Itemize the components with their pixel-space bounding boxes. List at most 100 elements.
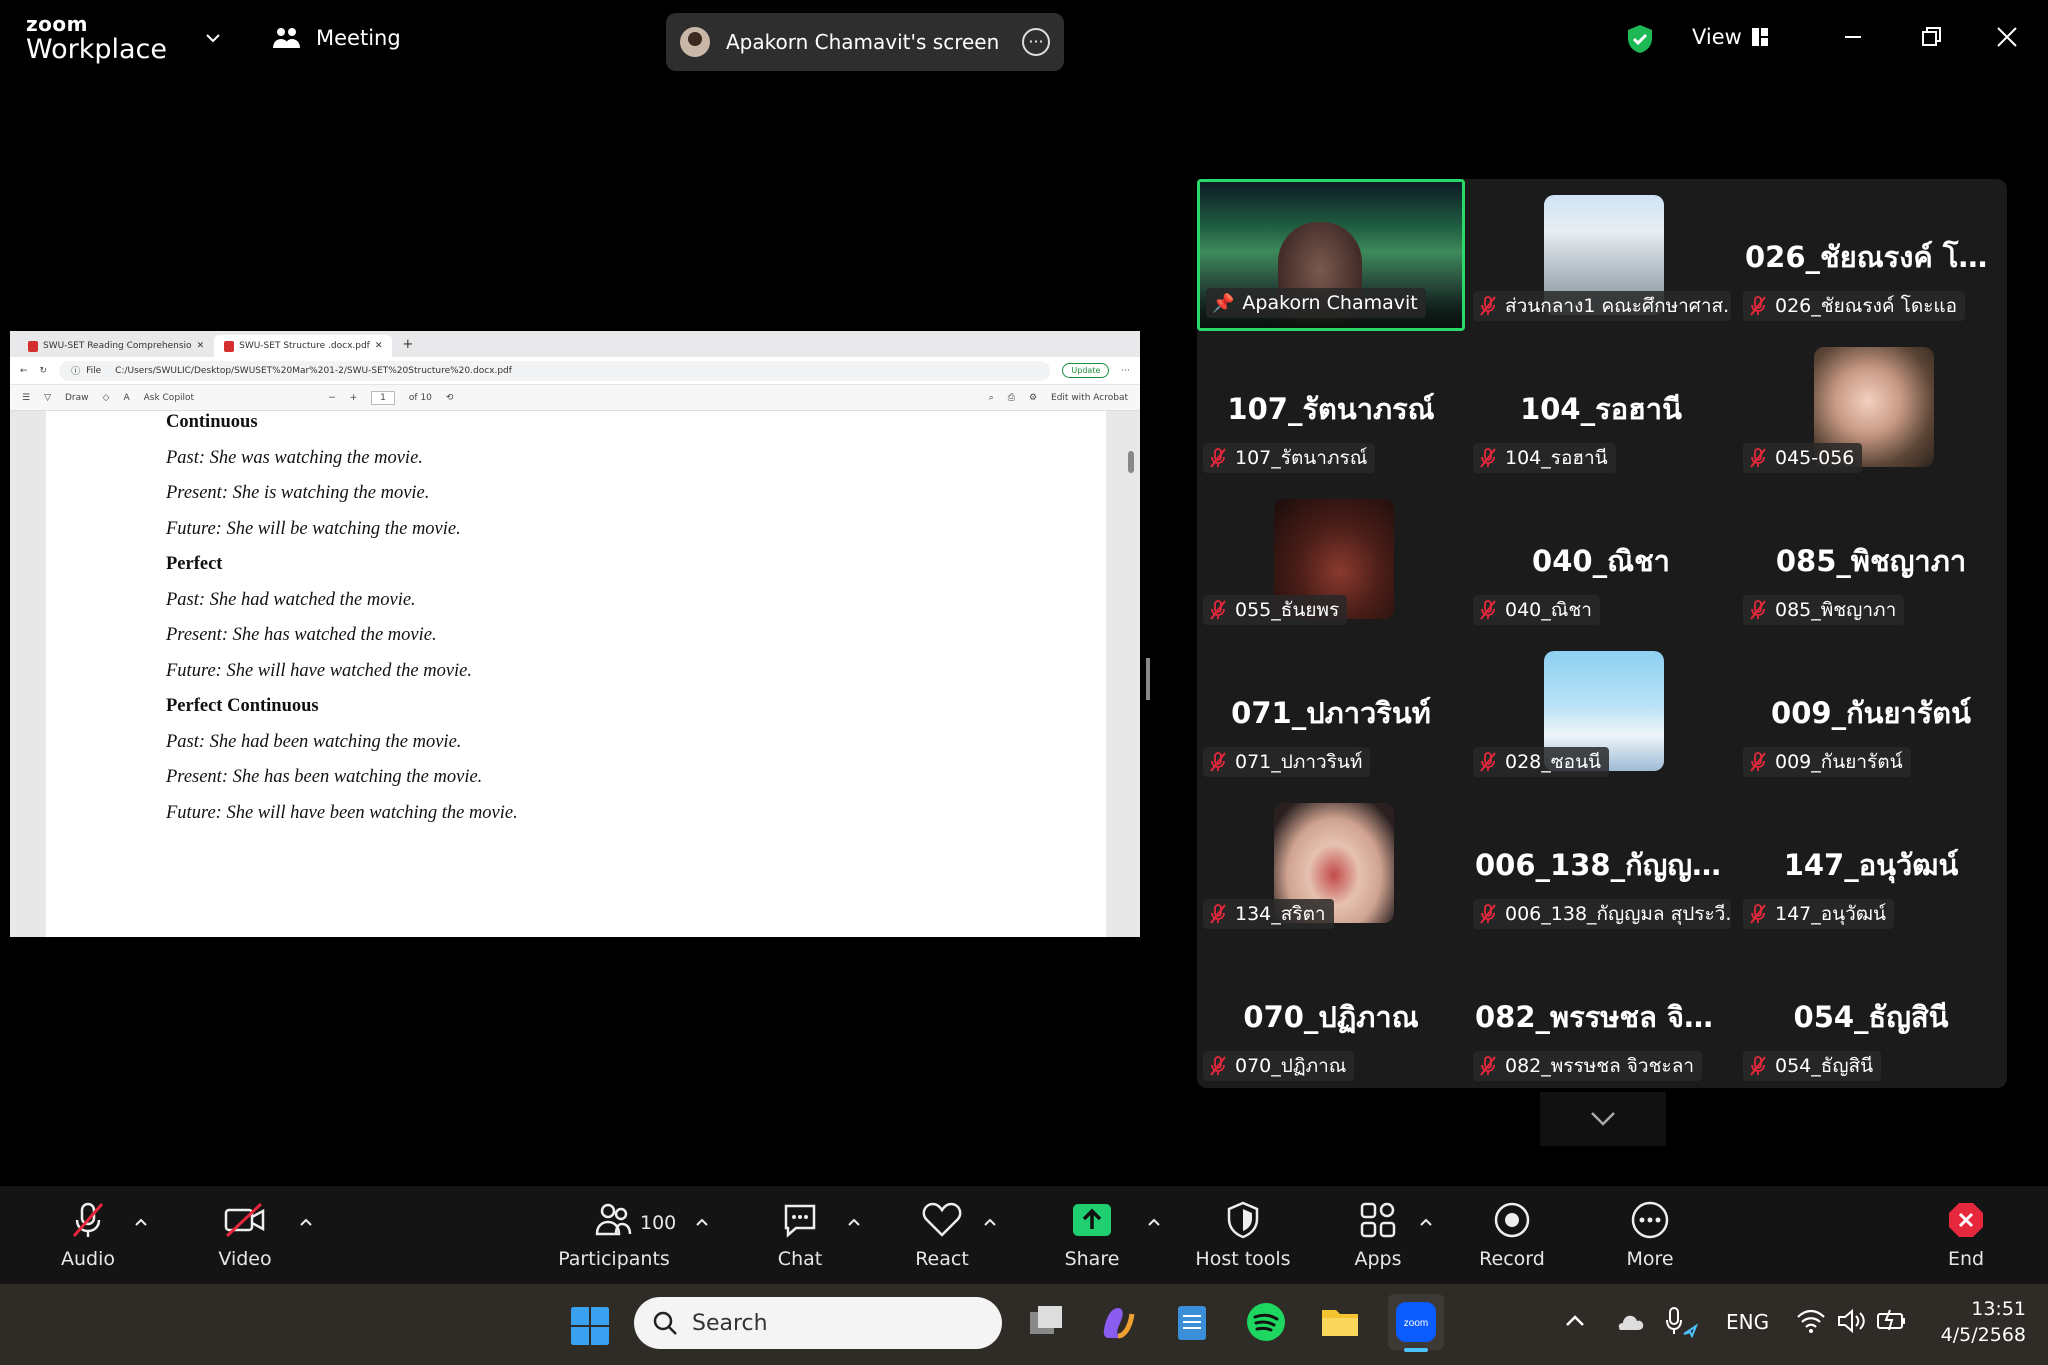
caret-up-icon[interactable] [133, 1214, 149, 1230]
pdf-page: Continuous Past: She was watching the mov… [46, 411, 1106, 937]
video-button[interactable]: Video [200, 1186, 290, 1284]
participant-tile[interactable]: 104_รอฮานี 104_รอฮานี [1467, 331, 1735, 483]
eraser-icon[interactable]: ◇ [103, 393, 110, 403]
participant-name: 107_รัตนาภรณ์ [1235, 447, 1368, 469]
participant-tile[interactable]: 009_กันยารัตน์ 009_กันยารัตน์ [1737, 635, 2005, 787]
caret-up-icon[interactable] [1418, 1214, 1434, 1230]
browser-tab-label: SWU-SET Reading Comprehensio [43, 341, 192, 351]
new-tab-icon[interactable]: + [402, 337, 413, 352]
participants-button[interactable]: Participants [552, 1186, 676, 1284]
browser-tab[interactable]: SWU-SET Reading Comprehensio ✕ [18, 335, 214, 357]
participant-tile[interactable]: 085_พิชญาภา 085_พิชญาภา [1737, 483, 2005, 635]
participant-tile[interactable]: 📌 Apakorn Chamavit [1197, 179, 1465, 331]
browser-tab-active[interactable]: SWU-SET Structure .docx.pdf ✕ [214, 335, 393, 357]
participant-tile[interactable]: 147_อนุวัฒน์ 147_อนุวัฒน์ [1737, 787, 2005, 939]
screen-share-pill[interactable]: Apakorn Chamavit's screen ··· [666, 13, 1064, 71]
spotify-icon[interactable] [1244, 1300, 1288, 1344]
file-explorer-icon[interactable] [1318, 1300, 1362, 1344]
taskbar-search[interactable]: Search [634, 1297, 1002, 1349]
back-icon[interactable]: ← [20, 366, 28, 376]
caret-up-icon[interactable] [982, 1214, 998, 1230]
rotate-icon[interactable]: ⟲ [446, 393, 454, 403]
security-shield-icon[interactable] [1626, 24, 1654, 54]
read-aloud-icon[interactable]: A [123, 393, 129, 403]
splitter-handle[interactable] [1146, 658, 1150, 700]
minimize-icon[interactable] [1838, 22, 1868, 52]
draw-button[interactable]: Draw [65, 393, 89, 403]
page-number-input[interactable]: 1 [371, 390, 395, 405]
participant-tile[interactable]: 055_ธันยพร [1197, 483, 1465, 635]
print-icon[interactable]: ⎙ [1008, 393, 1015, 403]
notepad-icon[interactable] [1170, 1300, 1214, 1344]
end-icon [1949, 1203, 1983, 1237]
caret-up-icon[interactable] [1562, 1308, 1588, 1334]
audio-button[interactable]: Audio [46, 1186, 130, 1284]
meeting-menu[interactable]: Meeting [272, 26, 401, 50]
copilot-icon[interactable] [1096, 1300, 1140, 1344]
mic-in-use-icon[interactable] [1664, 1306, 1698, 1338]
settings-icon[interactable]: ⚙ [1029, 393, 1037, 403]
chat-button[interactable]: Chat [760, 1186, 840, 1284]
zoom-taskbar-button[interactable]: zoom [1388, 1294, 1444, 1352]
language-indicator[interactable]: ENG [1726, 1310, 1769, 1334]
participant-name-tag: ส่วนกลาง1 คณะศึกษาศาส... [1473, 291, 1731, 321]
restore-icon[interactable] [1916, 22, 1946, 52]
participant-tile[interactable]: 107_รัตนาภรณ์ 107_รัตนาภรณ์ [1197, 331, 1465, 483]
volume-icon[interactable] [1836, 1308, 1866, 1334]
view-button[interactable]: View [1692, 25, 1768, 49]
caret-up-icon[interactable] [694, 1214, 710, 1230]
participant-tile[interactable]: 134_สริตา [1197, 787, 1465, 939]
apps-button[interactable]: Apps [1338, 1186, 1418, 1284]
participant-tile[interactable]: 082_พรรษชล จิว... 082_พรรษชล จิวชะลา [1467, 939, 1735, 1091]
address-bar[interactable]: ⓘ File C:/Users/SWULIC/Desktop/SWUSET%20… [59, 360, 1051, 381]
more-button[interactable]: More [1610, 1186, 1690, 1284]
onedrive-cloud-icon[interactable] [1612, 1308, 1644, 1334]
participant-tile[interactable]: 028_ซอนนี [1467, 635, 1735, 787]
end-label: End [1947, 1248, 1985, 1270]
search-icon[interactable]: ⌕ [989, 393, 994, 403]
end-meeting-button[interactable]: End [1926, 1186, 2006, 1284]
pdf-page-area[interactable]: Continuous Past: She was watching the mov… [10, 411, 1140, 937]
system-clock[interactable]: 13:51 4/5/2568 [1918, 1296, 2026, 1348]
shared-screen[interactable]: SWU-SET Reading Comprehensio ✕ SWU-SET S… [10, 331, 1140, 937]
more-options-icon[interactable]: ··· [1022, 28, 1050, 56]
tab-close-icon[interactable]: ✕ [375, 341, 383, 351]
heart-icon [922, 1202, 962, 1237]
tab-close-icon[interactable]: ✕ [197, 341, 205, 351]
brand-bottom: Workplace [26, 34, 168, 65]
close-icon[interactable] [1992, 22, 2022, 52]
record-button[interactable]: Record [1470, 1186, 1554, 1284]
scrollbar-thumb[interactable] [1128, 451, 1134, 473]
participant-name: 134_สริตา [1235, 903, 1326, 925]
highlight-icon[interactable]: ▽ [44, 393, 51, 403]
refresh-icon[interactable]: ↻ [40, 366, 48, 376]
participant-tile[interactable]: 045-056 [1737, 331, 2005, 483]
caret-up-icon[interactable] [846, 1214, 862, 1230]
host-tools-button[interactable]: Host tools [1190, 1186, 1296, 1284]
wifi-icon[interactable] [1796, 1308, 1826, 1334]
caret-up-icon[interactable] [1146, 1214, 1162, 1230]
participant-tile[interactable]: 040_ณิชา 040_ณิชา [1467, 483, 1735, 635]
ask-copilot-button[interactable]: Ask Copilot [144, 393, 194, 403]
chevron-down-icon[interactable] [205, 30, 221, 46]
zoom-in-icon[interactable]: + [350, 393, 358, 403]
participant-tile[interactable]: 006_138_กัญญม... 006_138_กัญญมล สุประวี..… [1467, 787, 1735, 939]
edit-with-acrobat-button[interactable]: Edit with Acrobat [1051, 393, 1128, 403]
zoom-out-icon[interactable]: − [328, 393, 336, 403]
battery-icon[interactable] [1876, 1306, 1908, 1334]
task-view-icon[interactable] [1024, 1300, 1068, 1344]
caret-up-icon[interactable] [298, 1214, 314, 1230]
windows-start-icon[interactable] [570, 1306, 610, 1346]
participant-tile[interactable]: ส่วนกลาง1 คณะศึกษาศาส... [1467, 179, 1735, 331]
more-icon[interactable]: ··· [1121, 366, 1130, 376]
participant-tile[interactable]: 070_ปฏิภาณ 070_ปฏิภาณ [1197, 939, 1465, 1091]
gallery-next-page-button[interactable] [1540, 1092, 1666, 1146]
participant-tile[interactable]: 071_ปภาวรินท์ 071_ปภาวรินท์ [1197, 635, 1465, 787]
participant-tile[interactable]: 026_ชัยณรงค์ โด... 026_ชัยณรงค์ โดะแอ [1737, 179, 2005, 331]
update-button[interactable]: Update [1062, 363, 1110, 378]
share-button[interactable]: Share [1052, 1186, 1132, 1284]
participant-tile[interactable]: 054_ธัญสินี 054_ธัญสินี [1737, 939, 2005, 1091]
participant-display-name: 026_ชัยณรงค์ โด... [1745, 240, 2005, 274]
react-button[interactable]: React [902, 1186, 982, 1284]
contents-icon[interactable]: ☰ [22, 393, 30, 403]
